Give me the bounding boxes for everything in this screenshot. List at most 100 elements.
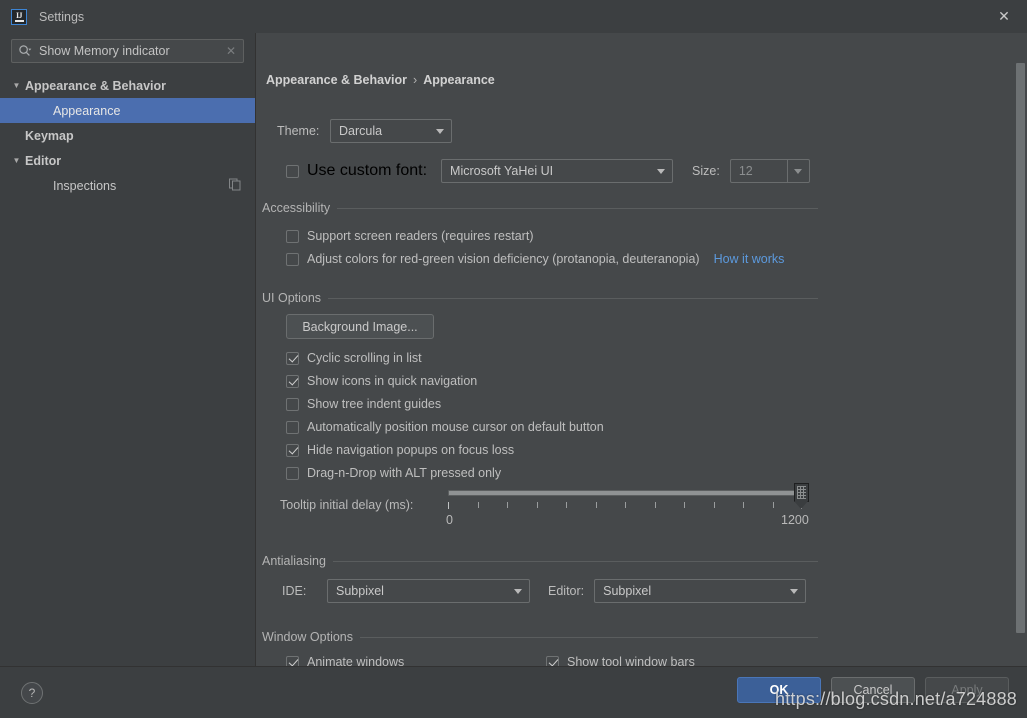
tooltip-delay-min-label: 0 xyxy=(446,513,453,527)
ide-antialiasing-dropdown[interactable]: Subpixel xyxy=(327,579,530,603)
theme-dropdown[interactable]: Darcula xyxy=(330,119,452,143)
use-custom-font-label: Use custom font: xyxy=(307,162,428,179)
ide-antialiasing-value: Subpixel xyxy=(336,584,384,598)
auto-position-cursor-label: Automatically position mouse cursor on d… xyxy=(307,420,604,434)
search-icon xyxy=(18,44,32,58)
adjust-colors-checkbox[interactable] xyxy=(286,252,299,266)
tree-indent-guides-label: Show tree indent guides xyxy=(307,397,442,411)
clear-icon[interactable]: ✕ xyxy=(224,44,238,58)
cyclic-scrolling-label: Cyclic scrolling in list xyxy=(307,351,422,365)
ide-antialiasing-label: IDE: xyxy=(282,584,307,598)
auto-position-cursor-checkbox[interactable] xyxy=(286,420,299,434)
font-size-spinner[interactable]: 12 xyxy=(729,159,810,183)
use-custom-font-checkbox[interactable] xyxy=(286,164,299,178)
editor-antialiasing-value: Subpixel xyxy=(603,584,652,598)
settings-window: IJ Settings ✕ Show Memory indicator ✕ ▼ … xyxy=(0,0,1027,718)
show-tool-window-bars-row: Show tool window bars xyxy=(546,651,695,666)
content-scrollbar[interactable] xyxy=(1013,33,1027,666)
chevron-down-icon xyxy=(429,128,451,134)
window-title: Settings xyxy=(39,9,85,24)
breadcrumb-separator: › xyxy=(413,73,418,87)
search-input[interactable]: Show Memory indicator ✕ xyxy=(11,39,244,63)
chevron-down-icon: ▼ xyxy=(12,80,21,90)
settings-tree: ▼ Appearance & Behavior Appearance Keyma… xyxy=(0,71,255,198)
settings-sidebar: Show Memory indicator ✕ ▼ Appearance & B… xyxy=(0,33,256,666)
breadcrumb-current: Appearance xyxy=(423,73,495,87)
theme-label: Theme: xyxy=(277,124,320,138)
window-body: Show Memory indicator ✕ ▼ Appearance & B… xyxy=(0,33,1027,666)
adjust-colors-label: Adjust colors for red-green vision defic… xyxy=(307,252,700,266)
search-container: Show Memory indicator ✕ xyxy=(0,39,255,71)
antialiasing-title: Antialiasing xyxy=(262,554,326,568)
animate-windows-checkbox[interactable] xyxy=(286,655,299,666)
custom-font-row: Use custom font: Microsoft YaHei UI Size… xyxy=(286,157,810,185)
ok-button[interactable]: OK xyxy=(737,677,821,703)
cancel-button[interactable]: Cancel xyxy=(831,677,915,703)
theme-row: Theme: Darcula xyxy=(277,117,452,145)
theme-value: Darcula xyxy=(339,124,383,138)
show-tool-window-bars-checkbox[interactable] xyxy=(546,655,559,666)
support-screen-readers-checkbox[interactable] xyxy=(286,229,299,243)
sidebar-item-label: Appearance xyxy=(53,103,121,118)
custom-font-value: Microsoft YaHei UI xyxy=(450,164,554,178)
auto-position-cursor-row: Automatically position mouse cursor on d… xyxy=(286,416,604,438)
breadcrumb-root[interactable]: Appearance & Behavior xyxy=(266,73,407,87)
sidebar-item-label: Keymap xyxy=(25,128,74,143)
background-image-button[interactable]: Background Image... xyxy=(286,314,434,339)
sidebar-item-editor[interactable]: ▼ Editor xyxy=(0,148,255,173)
help-icon[interactable]: ? xyxy=(21,681,43,704)
intellij-idea-icon: IJ xyxy=(11,8,27,25)
chevron-down-icon: ▼ xyxy=(12,155,21,165)
cyclic-scrolling-row: Cyclic scrolling in list xyxy=(286,347,422,369)
copy-icon[interactable] xyxy=(229,178,241,193)
title-bar: IJ Settings ✕ xyxy=(0,0,1027,33)
tooltip-delay-slider-track[interactable] xyxy=(448,490,802,496)
close-icon[interactable]: ✕ xyxy=(981,0,1027,33)
sidebar-item-label: Editor xyxy=(25,153,62,168)
apply-button: Apply xyxy=(925,677,1009,703)
tooltip-delay-slider-thumb[interactable] xyxy=(794,483,809,509)
settings-content: Appearance & Behavior › Appearance Theme: … xyxy=(256,33,1027,666)
sidebar-item-keymap[interactable]: Keymap xyxy=(0,123,255,148)
sidebar-item-label: Appearance & Behavior xyxy=(25,78,167,93)
sidebar-item-appearance[interactable]: Appearance xyxy=(0,98,255,123)
tooltip-delay-ticks xyxy=(448,502,802,510)
animate-windows-row: Animate windows xyxy=(286,651,404,666)
tooltip-delay-max-label: 1200 xyxy=(781,513,809,527)
chevron-down-icon xyxy=(650,168,672,174)
tooltip-delay-slider-group: Tooltip initial delay (ms): 0 1200 xyxy=(256,483,826,533)
section-divider xyxy=(337,207,818,209)
show-icons-quick-nav-checkbox[interactable] xyxy=(286,374,299,388)
tooltip-delay-label: Tooltip initial delay (ms): xyxy=(280,498,414,512)
drag-n-drop-alt-checkbox[interactable] xyxy=(286,466,299,480)
chevron-down-icon xyxy=(786,160,809,182)
editor-antialiasing-label: Editor: xyxy=(548,584,585,598)
window-options-title: Window Options xyxy=(262,630,354,644)
support-screen-readers-row: Support screen readers (requires restart… xyxy=(286,225,533,247)
section-divider xyxy=(332,560,818,562)
cyclic-scrolling-checkbox[interactable] xyxy=(286,351,299,365)
how-it-works-link[interactable]: How it works xyxy=(714,252,785,266)
accessibility-title: Accessibility xyxy=(262,201,331,215)
animate-windows-label: Animate windows xyxy=(307,655,405,666)
font-size-label: Size: xyxy=(692,164,720,178)
dialog-buttons: OK Cancel Apply xyxy=(737,677,1009,703)
scrollbar-thumb[interactable] xyxy=(1016,63,1025,633)
tree-indent-guides-checkbox[interactable] xyxy=(286,397,299,411)
sidebar-item-appearance-behavior[interactable]: ▼ Appearance & Behavior xyxy=(0,73,255,98)
sidebar-item-inspections[interactable]: Inspections xyxy=(0,173,255,198)
custom-font-dropdown[interactable]: Microsoft YaHei UI xyxy=(441,159,674,183)
chevron-down-icon xyxy=(783,588,805,594)
antialiasing-row: IDE: Subpixel Editor: Subpixel xyxy=(282,577,807,605)
accessibility-section-header: Accessibility xyxy=(262,198,818,218)
drag-n-drop-alt-row: Drag-n-Drop with ALT pressed only xyxy=(286,462,501,484)
support-screen-readers-label: Support screen readers (requires restart… xyxy=(307,229,534,243)
hide-nav-popups-row: Hide navigation popups on focus loss xyxy=(286,439,514,461)
chevron-down-icon xyxy=(507,588,529,594)
editor-antialiasing-dropdown[interactable]: Subpixel xyxy=(594,579,807,603)
hide-nav-popups-label: Hide navigation popups on focus loss xyxy=(307,443,515,457)
drag-n-drop-alt-label: Drag-n-Drop with ALT pressed only xyxy=(307,466,502,480)
hide-nav-popups-checkbox[interactable] xyxy=(286,443,299,457)
section-divider xyxy=(360,636,818,638)
ui-options-section-header: UI Options xyxy=(262,288,818,308)
